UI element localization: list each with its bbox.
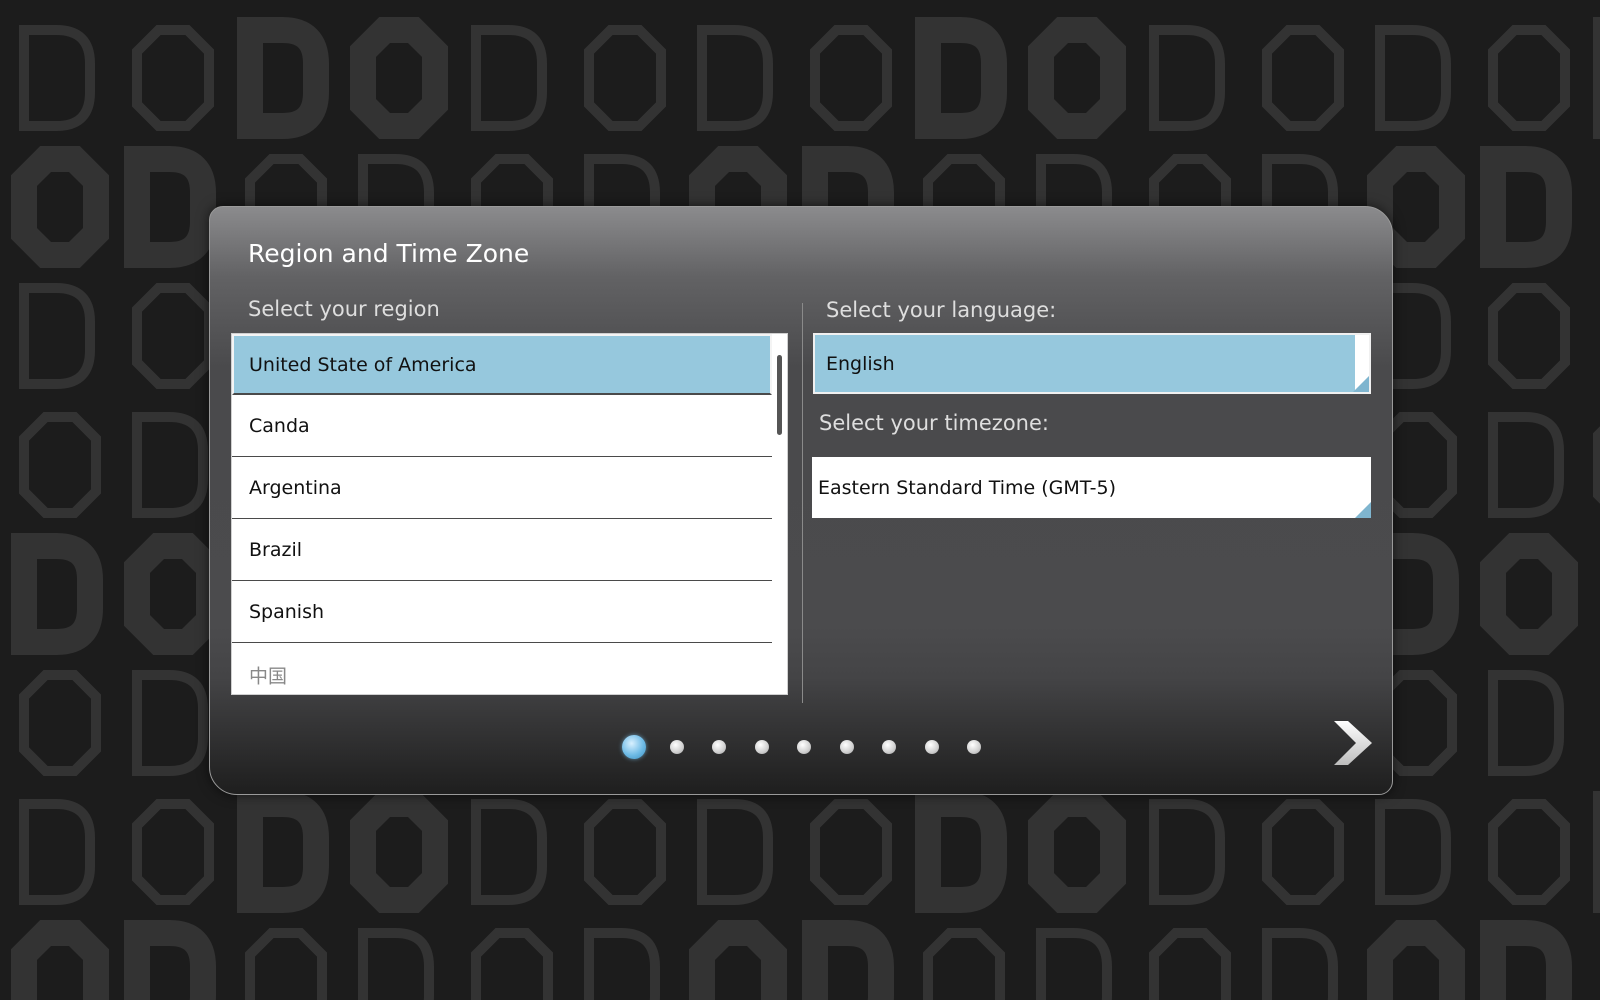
pattern-letter-o [689,920,787,1000]
page-dot[interactable] [797,740,811,754]
pattern-letter-o [19,412,101,518]
pattern-letter-o [1262,799,1344,905]
timezone-select[interactable]: Eastern Standard Time (GMT-5) [812,457,1371,518]
pattern-letter-o [1028,791,1126,913]
pattern-letter-d [471,25,547,131]
page-dot[interactable] [712,740,726,754]
pattern-letter-d [915,17,1007,139]
timezone-select-value: Eastern Standard Time (GMT-5) [818,476,1117,499]
pattern-letter-o [584,25,666,131]
pattern-letter-d [1149,799,1225,905]
pattern-letter-o [1480,533,1578,655]
pattern-letter-o [132,25,214,131]
pattern-letter-o [132,799,214,905]
region-item-label: 中国 [249,665,288,687]
next-button[interactable] [1330,719,1376,767]
pattern-letter-d [1488,412,1564,518]
pattern-letter-d [1149,25,1225,131]
pattern-letter-o [471,928,553,1000]
pattern-letter-d [697,25,773,131]
pattern-letter-d [19,283,95,389]
region-list-scrollbar[interactable] [777,355,782,435]
pattern-letter-o [11,920,109,1000]
pattern-letter-o [810,25,892,131]
page-dot[interactable] [669,740,684,754]
page-dot[interactable] [924,740,939,754]
region-item-label: United State of America [249,353,477,376]
region-list[interactable]: United State of America Canda Argentina … [231,333,788,695]
pattern-letter-d [11,533,103,655]
pattern-letter-d [1036,928,1112,1000]
pattern-letter-o [923,928,1005,1000]
language-section-label: Select your language: [826,298,1057,322]
pattern-letter-d [1262,928,1338,1000]
page-dot[interactable] [882,740,896,754]
pattern-letter-o [1028,17,1126,139]
pattern-letter-d [1480,146,1572,268]
language-select-value: English [826,352,895,375]
region-list-item[interactable]: Brazil [232,520,772,581]
pattern-letter-d [471,799,547,905]
pattern-letter-d [132,670,208,776]
pattern-letter-o [19,670,101,776]
dialog-title: Region and Time Zone [248,239,530,268]
pattern-letter-d [132,412,208,518]
pattern-letter-d [1480,920,1572,1000]
language-select[interactable]: English [813,333,1371,394]
pattern-letter-d [237,791,329,913]
region-list-item[interactable]: Spanish [232,582,772,643]
timezone-section-label: Select your timezone: [819,411,1049,435]
pattern-letter-d [1375,799,1451,905]
pattern-letter-d [584,928,660,1000]
dropdown-corner-icon [1355,502,1371,518]
pattern-letter-d [1488,670,1564,776]
pattern-letter-d [915,791,1007,913]
pattern-letter-o [584,799,666,905]
region-list-item[interactable]: United State of America [232,334,772,395]
region-item-label: Spanish [249,601,325,623]
pattern-letter-d [237,17,329,139]
chevron-right-icon [1334,721,1372,765]
region-timezone-dialog: Region and Time Zone Select your region … [209,206,1393,795]
pattern-letter-o [350,17,448,139]
pattern-letter-d [802,920,894,1000]
pattern-letter-o [810,799,892,905]
pattern-letter-o [11,146,109,268]
pattern-letter-o [1488,283,1570,389]
region-list-item[interactable]: Canda [232,396,772,457]
page-dot[interactable] [967,740,981,754]
region-list-item[interactable]: 中国 [232,644,772,694]
pattern-letter-o [1488,799,1570,905]
pattern-letter-o [245,928,327,1000]
pattern-letter-d [358,928,434,1000]
region-section-label: Select your region [248,297,440,321]
region-list-item[interactable]: Argentina [232,458,772,519]
pattern-letter-d [19,799,95,905]
page-indicator [210,732,1392,762]
page-dot[interactable] [839,740,854,754]
column-divider [802,303,803,703]
pattern-letter-o [350,791,448,913]
pattern-letter-d [124,920,216,1000]
region-item-label: Canda [249,415,310,437]
page-dot[interactable] [754,740,769,754]
language-select-highlight [815,335,1355,392]
pattern-letter-d [697,799,773,905]
dropdown-corner-icon [1353,376,1369,392]
pattern-letter-o [1149,928,1231,1000]
pattern-letter-o [124,533,222,655]
pattern-letter-d [124,146,216,268]
region-item-label: Brazil [249,539,303,561]
pattern-letter-o [132,283,214,389]
pattern-letter-d [1375,25,1451,131]
pattern-letter-d [19,25,95,131]
pattern-letter-o [1367,920,1465,1000]
pattern-letter-o [1262,25,1344,131]
page-dot[interactable] [622,735,646,759]
region-item-label: Argentina [249,477,342,499]
pattern-letter-o [1488,25,1570,131]
